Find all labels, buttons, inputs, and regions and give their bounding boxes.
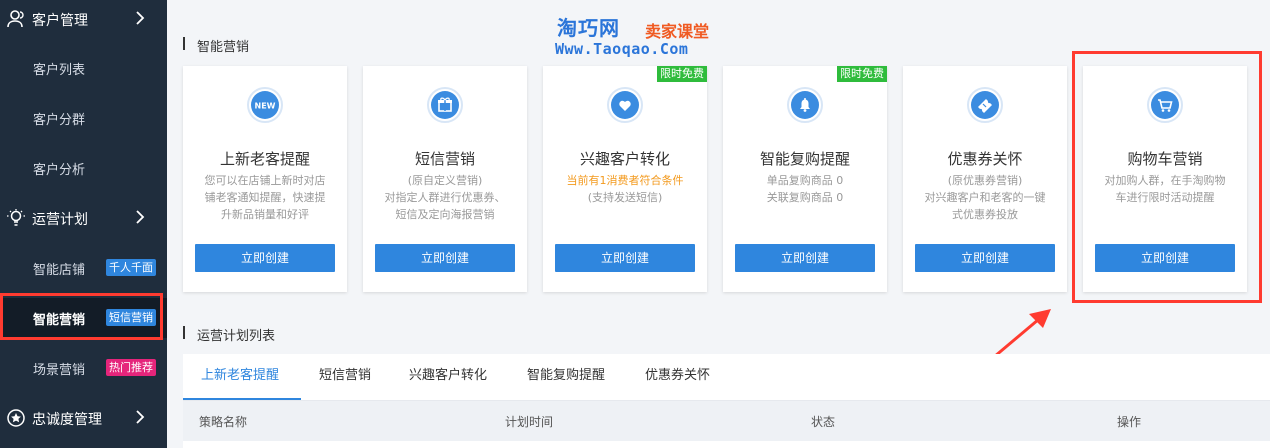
sidebar: 客户管理 客户列表 客户分群 客户分析 运营计划 智能店铺 千人千面 智能营销 …	[0, 0, 167, 448]
section-title-smart-marketing: 智能营销	[183, 36, 249, 55]
card-title: 兴趣客户转化	[579, 150, 670, 168]
column-header-status: 状态	[811, 415, 836, 429]
sidebar-item-badge: 热门推荐	[106, 359, 156, 376]
card-desc-line: 关联复购商品 0	[766, 191, 844, 204]
limited-free-badge: 限时免费	[657, 66, 707, 82]
sidebar-group-label: 忠诚度管理	[32, 412, 102, 428]
user-group-icon	[7, 10, 24, 28]
card-desc-line: 对兴趣客户和老客的一键	[924, 191, 1046, 204]
tab-new-arrival-reminder[interactable]: 上新老客提醒	[201, 364, 279, 383]
plan-list-panel: 上新老客提醒 短信营销 兴趣客户转化 智能复购提醒 优惠券关怀 策略名称 计划时…	[183, 354, 1270, 448]
watermark-url: Www.Taoqao.Com	[555, 40, 689, 58]
card-title: 上新老客提醒	[219, 150, 310, 168]
create-button[interactable]: 立即创建	[735, 244, 875, 272]
card-desc-line: 式优惠券投放	[952, 208, 1018, 221]
limited-free-badge: 限时免费	[837, 66, 887, 82]
sidebar-item-label: 客户列表	[33, 63, 86, 78]
card-desc-line: (支持发送短信)	[587, 191, 663, 204]
create-button[interactable]: 立即创建	[555, 244, 695, 272]
card-desc-line: 铺老客通知提醒，快速提	[204, 191, 326, 204]
main-content: 智能营销 淘巧网 卖家课堂 Www.Taoqao.Com NEW 上新老客提醒 …	[167, 0, 1270, 448]
card-coupon-care: 优惠券关怀 (原优惠券营销) 对兴趣客户和老客的一键 式优惠券投放 立即创建	[903, 66, 1067, 292]
card-desc-line: 升新品销量和好评	[221, 208, 309, 221]
sidebar-group-label: 客户管理	[32, 13, 88, 29]
sidebar-group-operations[interactable]: 运营计划	[0, 199, 167, 237]
sidebar-group-loyalty[interactable]: 忠诚度管理	[0, 399, 167, 437]
card-desc-line: 您可以在店铺上新时对店	[204, 174, 326, 187]
create-button[interactable]: 立即创建	[195, 244, 335, 272]
sidebar-item-customer-segments[interactable]: 客户分群	[0, 98, 167, 138]
ticket-icon	[967, 87, 1003, 123]
column-header-plan-time: 计划时间	[505, 415, 554, 429]
sidebar-item-customer-analysis[interactable]: 客户分析	[0, 148, 167, 188]
highlight-box-sidebar	[0, 293, 163, 340]
card-desc-highlight: 当前有1消费者符合条件	[566, 174, 684, 187]
sidebar-group-customer[interactable]: 客户管理	[0, 0, 167, 38]
card-interest-conversion: 限时免费 兴趣客户转化 当前有1消费者符合条件 (支持发送短信) 立即创建	[543, 66, 707, 292]
heart-icon	[607, 87, 643, 123]
watermark-subtitle: 卖家课堂	[645, 22, 710, 41]
tab-interest-conversion[interactable]: 兴趣客户转化	[409, 364, 487, 383]
card-desc-line: (原优惠券营销)	[947, 174, 1023, 187]
table-header: 策略名称 计划时间 状态 操作	[183, 401, 1270, 441]
svg-text:NEW: NEW	[255, 102, 276, 111]
card-desc: 您可以在店铺上新时对店 铺老客通知提醒，快速提 升新品销量和好评	[195, 172, 335, 223]
watermark-logo: 淘巧网	[557, 16, 620, 40]
card-desc: (原自定义营销) 对指定人群进行优惠券、 短信及定向海报营销	[375, 172, 515, 223]
sidebar-item-scene-marketing[interactable]: 场景营销 热门推荐	[0, 348, 167, 388]
highlight-box-card	[1072, 51, 1262, 303]
card-desc-line: 单品复购商品 0	[766, 174, 844, 187]
column-header-strategy-name: 策略名称	[199, 415, 248, 429]
chevron-right-icon	[136, 210, 145, 224]
tab-sms-marketing[interactable]: 短信营销	[319, 364, 371, 383]
create-button[interactable]: 立即创建	[375, 244, 515, 272]
lightbulb-icon	[7, 209, 25, 226]
card-new-arrival-reminder: NEW 上新老客提醒 您可以在店铺上新时对店 铺老客通知提醒，快速提 升新品销量…	[183, 66, 347, 292]
star-badge-icon	[7, 409, 25, 427]
card-desc: 单品复购商品 0 关联复购商品 0	[735, 172, 875, 206]
card-desc-line: 短信及定向海报营销	[395, 208, 495, 221]
column-header-actions: 操作	[1117, 415, 1142, 429]
create-button[interactable]: 立即创建	[915, 244, 1055, 272]
card-desc: 当前有1消费者符合条件 (支持发送短信)	[555, 172, 695, 206]
card-desc: (原优惠券营销) 对兴趣客户和老客的一键 式优惠券投放	[915, 172, 1055, 223]
tab-smart-repurchase[interactable]: 智能复购提醒	[527, 364, 605, 383]
section-title-plan-list: 运营计划列表	[183, 325, 275, 344]
sidebar-item-smart-store[interactable]: 智能店铺 千人千面	[0, 248, 167, 288]
sidebar-item-label: 客户分析	[33, 163, 86, 178]
sidebar-item-label: 客户分群	[33, 113, 86, 128]
tab-coupon-care[interactable]: 优惠券关怀	[645, 364, 710, 383]
card-title: 短信营销	[414, 150, 475, 168]
card-desc-line: 对指定人群进行优惠券、	[384, 191, 506, 204]
gift-icon	[427, 87, 463, 123]
card-sms-marketing: 短信营销 (原自定义营销) 对指定人群进行优惠券、 短信及定向海报营销 立即创建	[363, 66, 527, 292]
chevron-right-icon	[136, 11, 145, 25]
new-badge-icon: NEW	[247, 87, 283, 123]
sidebar-item-badge: 千人千面	[106, 259, 156, 276]
sidebar-item-customer-list[interactable]: 客户列表	[0, 48, 167, 88]
chevron-right-icon	[136, 410, 145, 424]
card-title: 智能复购提醒	[759, 150, 850, 168]
card-title: 优惠券关怀	[947, 150, 1023, 168]
card-desc-line: (原自定义营销)	[407, 174, 483, 187]
sidebar-item-label: 场景营销	[33, 363, 86, 378]
sidebar-group-label: 运营计划	[32, 212, 88, 228]
card-smart-repurchase: 限时免费 智能复购提醒 单品复购商品 0 关联复购商品 0 立即创建	[723, 66, 887, 292]
sidebar-item-label: 智能店铺	[33, 263, 86, 278]
bell-icon	[787, 87, 823, 123]
